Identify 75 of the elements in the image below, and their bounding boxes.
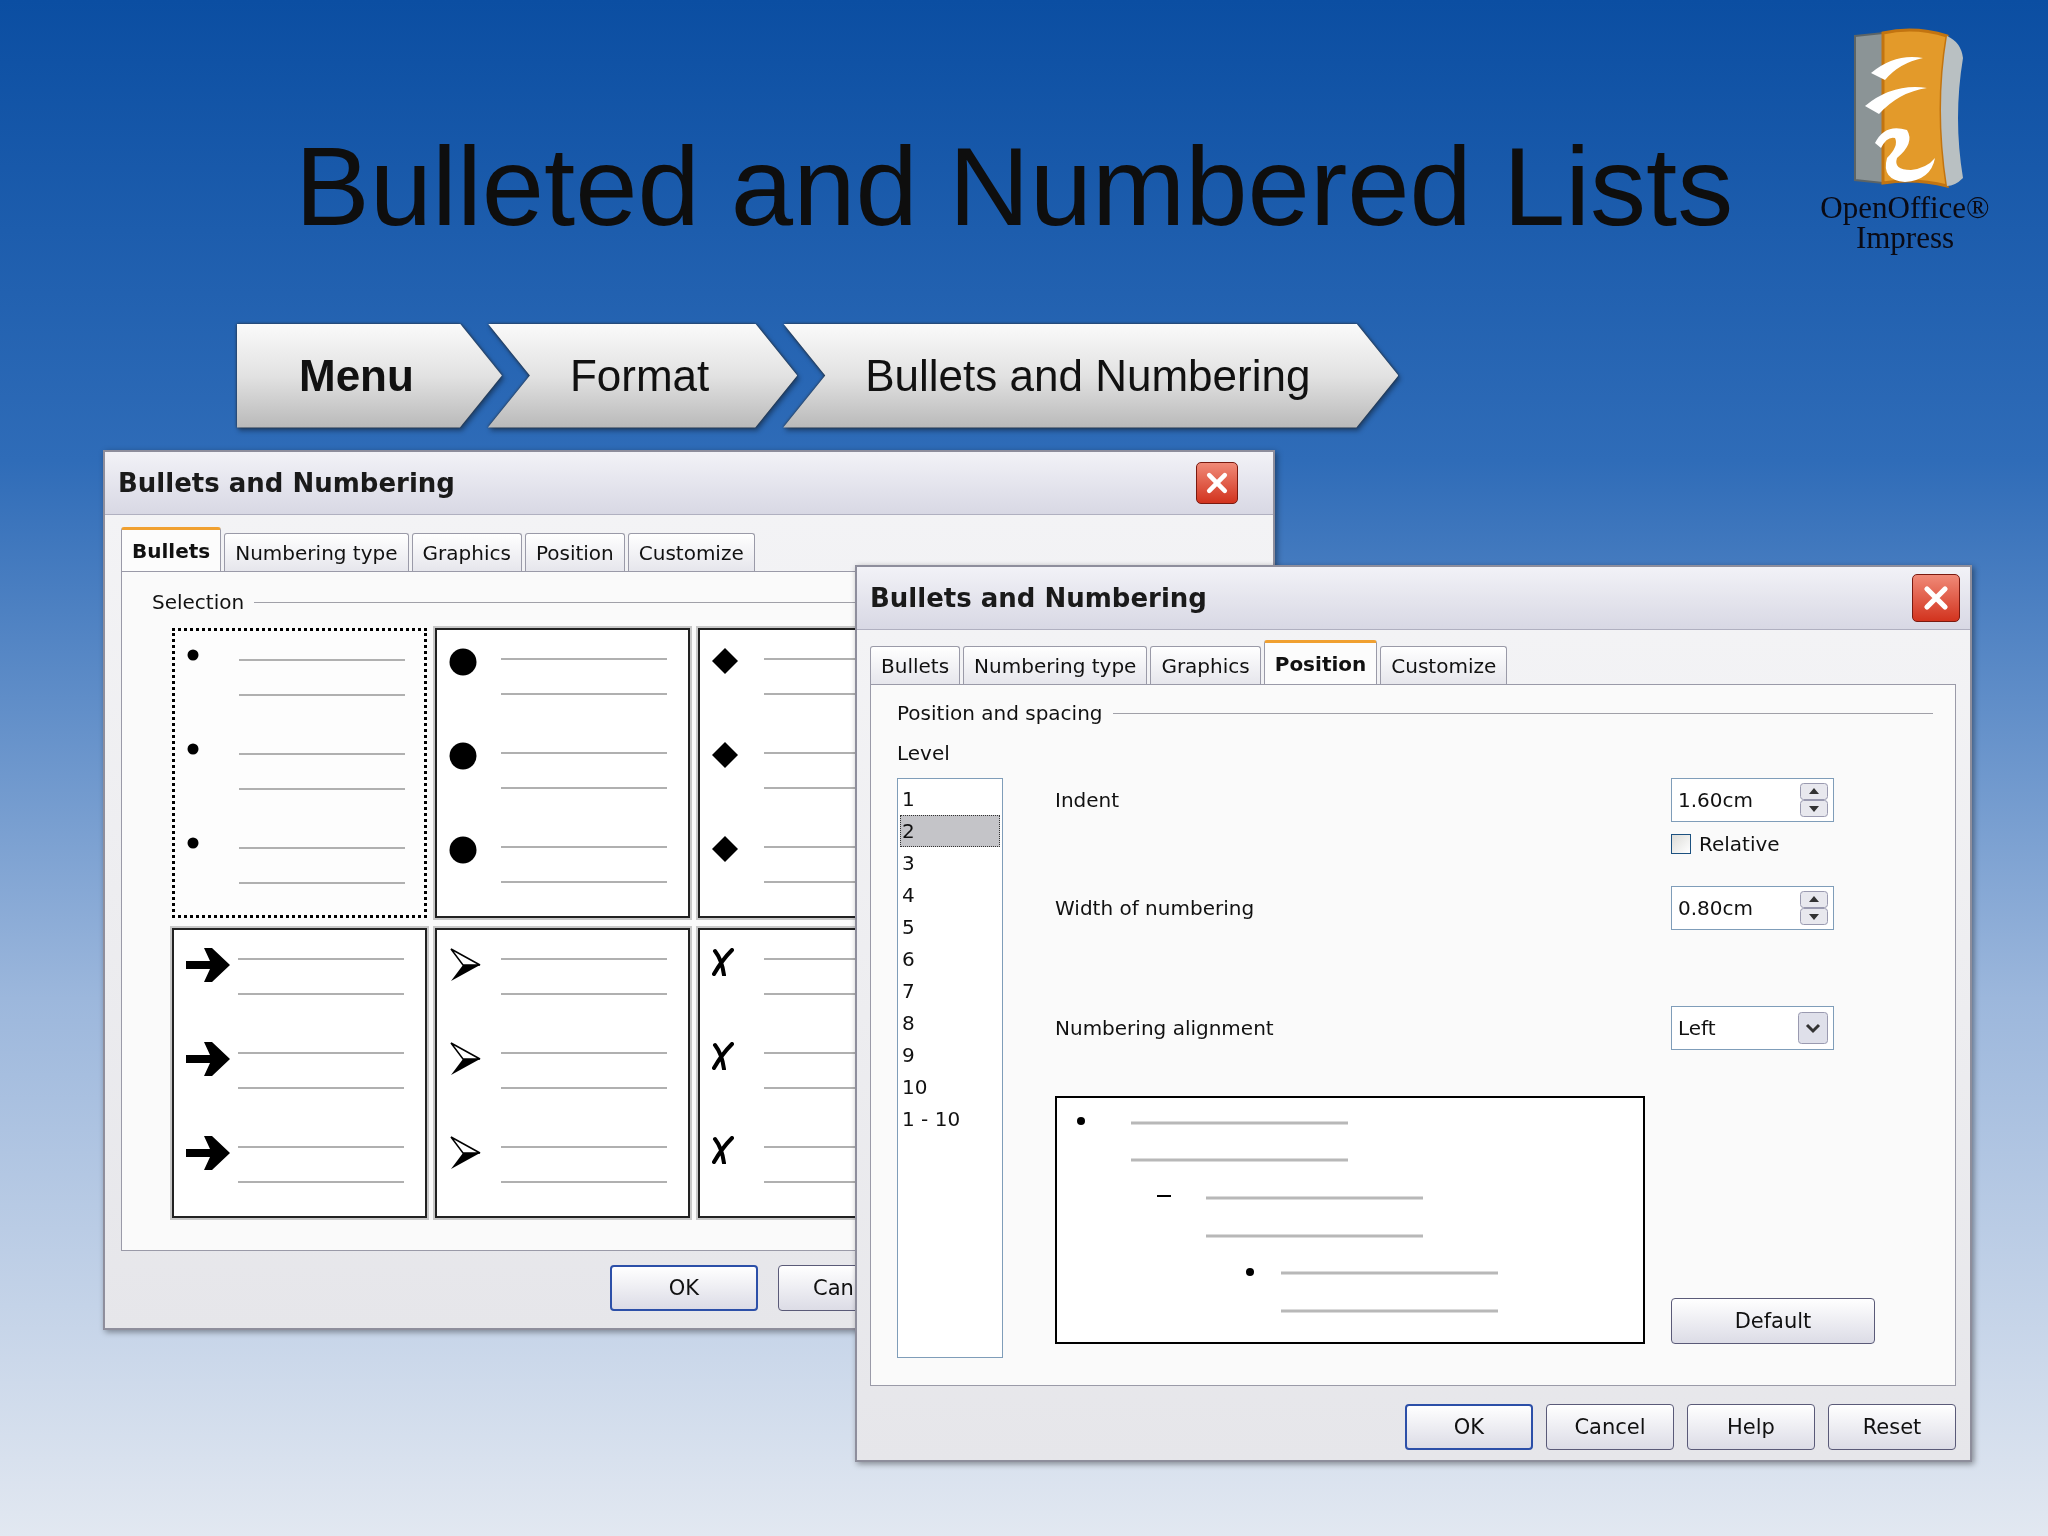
close-icon — [1204, 470, 1230, 496]
dialog-button[interactable]: OK — [610, 1265, 758, 1311]
arrow-icon — [186, 948, 230, 982]
arrowhead-icon — [449, 948, 481, 982]
close-button[interactable] — [1196, 462, 1238, 504]
cross-icon — [712, 948, 734, 976]
window-title: Bullets and Numbering — [870, 583, 1207, 613]
list-item[interactable]: 3 — [900, 847, 1000, 879]
dot-icon — [187, 743, 199, 755]
close-icon — [1921, 583, 1951, 613]
spin-field[interactable]: 1.60cm — [1671, 778, 1834, 822]
arrow-icon — [186, 1136, 230, 1170]
dot-icon — [187, 649, 199, 661]
checkbox[interactable] — [1671, 834, 1691, 854]
list-item[interactable]: 10 — [900, 1071, 1000, 1103]
spinner-icon — [1800, 891, 1828, 925]
bullet-style-option[interactable] — [435, 928, 690, 1218]
dialog-button[interactable]: Reset — [1828, 1404, 1956, 1450]
tab[interactable]: Customize — [627, 533, 755, 571]
close-button[interactable] — [1912, 574, 1960, 622]
list-item[interactable]: 9 — [900, 1039, 1000, 1071]
list-item[interactable]: 1 — [900, 783, 1000, 815]
field-label: Indent — [1055, 788, 1120, 812]
cross-icon — [712, 1042, 734, 1070]
bullet-style-option[interactable] — [435, 628, 690, 918]
tab[interactable]: Position — [524, 533, 625, 571]
logo-text: Impress — [1855, 223, 1955, 253]
window-title: Bullets and Numbering — [118, 468, 455, 498]
breadcrumb-step: Bullets and Numbering — [783, 323, 1399, 428]
slide-title: Bulleted and Numbered Lists — [295, 128, 1734, 246]
field-label: Numbering alignment — [1055, 1016, 1274, 1040]
tab[interactable]: Numbering type — [224, 533, 409, 571]
dialog-button[interactable]: Cancel — [1546, 1404, 1674, 1450]
spinner-icon — [1800, 783, 1828, 817]
list-item[interactable]: 4 — [900, 879, 1000, 911]
tab[interactable]: Graphics — [1150, 646, 1261, 684]
tab[interactable]: Customize — [1380, 646, 1508, 684]
list-item[interactable]: 8 — [900, 1007, 1000, 1039]
dot-icon — [449, 742, 477, 770]
level-label: Level — [897, 741, 950, 765]
dot-icon — [449, 836, 477, 864]
dot-icon — [187, 837, 199, 849]
tab[interactable]: Bullets — [870, 646, 961, 684]
field-label: Width of numbering — [1055, 896, 1255, 920]
tab[interactable]: Graphics — [411, 533, 522, 571]
spin-field[interactable]: 0.80cm — [1671, 886, 1834, 930]
tab[interactable]: Bullets — [121, 527, 222, 571]
list-item[interactable]: 2 — [900, 815, 1000, 847]
list-item[interactable]: 5 — [900, 911, 1000, 943]
dialog-button[interactable]: OK — [1405, 1404, 1533, 1450]
breadcrumb-step: Format — [487, 323, 798, 428]
bullet-style-option[interactable] — [172, 928, 427, 1218]
logo-text: OpenOffice® — [1820, 193, 1990, 223]
dot-icon — [449, 648, 477, 676]
arrowhead-icon — [449, 1136, 481, 1170]
list-item[interactable]: 7 — [900, 975, 1000, 1007]
bullet-style-option[interactable] — [172, 628, 427, 918]
cross-icon — [712, 1136, 734, 1164]
list-item[interactable]: 1 - 10 — [900, 1103, 1000, 1135]
group-label: Selection — [152, 590, 245, 614]
breadcrumb-step: Menu — [237, 323, 502, 428]
dropdown[interactable]: Left — [1671, 1006, 1834, 1050]
diamond-icon — [712, 742, 738, 768]
default-button[interactable]: Default — [1671, 1298, 1875, 1344]
dialog-button[interactable]: Help — [1687, 1404, 1815, 1450]
group-label: Position and spacing — [897, 701, 1103, 725]
diamond-icon — [712, 836, 738, 862]
caret-icon — [1798, 1012, 1828, 1044]
tab[interactable]: Position — [1263, 640, 1378, 684]
diamond-icon — [712, 648, 738, 674]
arrowhead-icon — [449, 1042, 481, 1076]
checkbox-label: Relative — [1699, 832, 1780, 856]
list-item[interactable]: 6 — [900, 943, 1000, 975]
arrow-icon — [186, 1042, 230, 1076]
tab[interactable]: Numbering type — [963, 646, 1148, 684]
